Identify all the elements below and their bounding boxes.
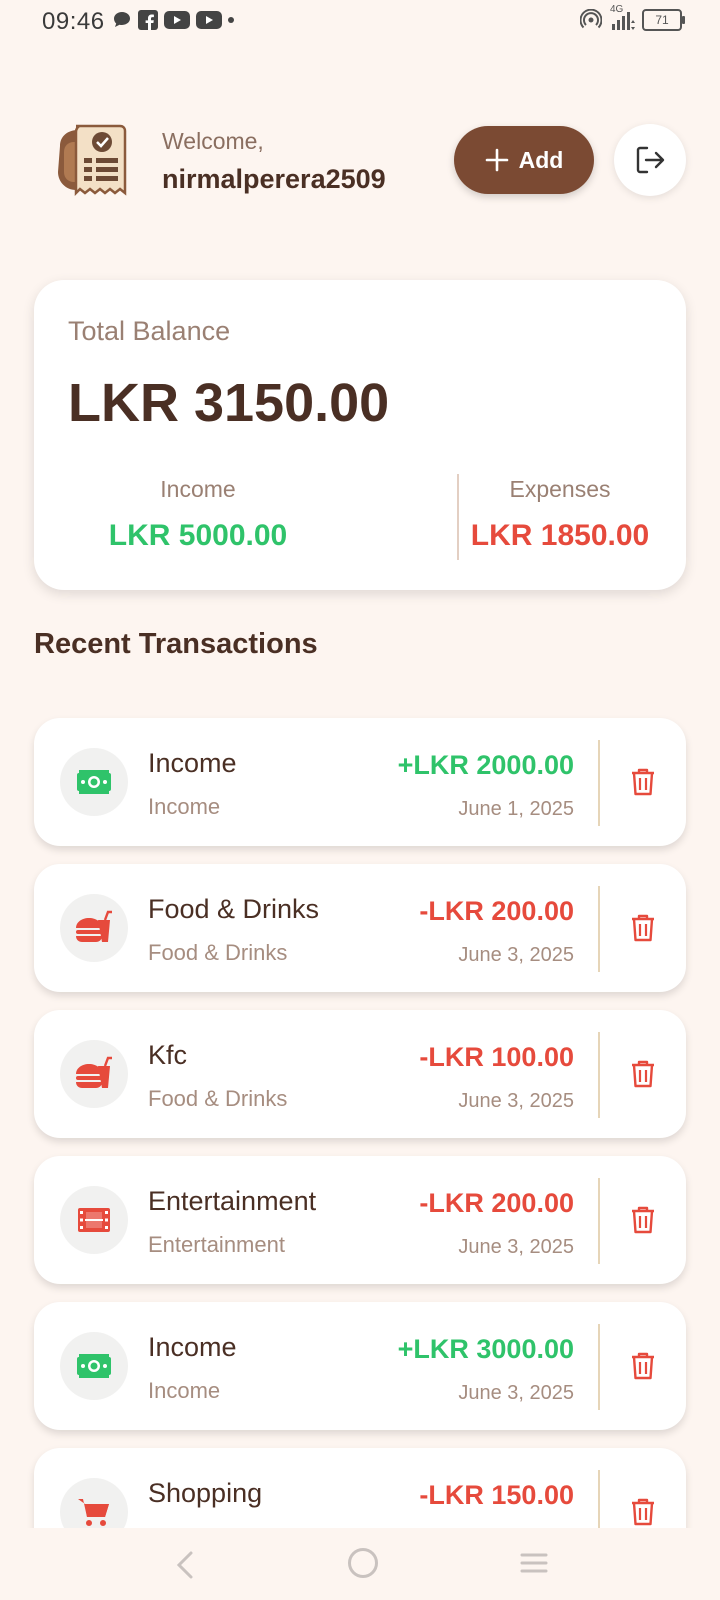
fastfood-icon xyxy=(60,894,128,962)
transaction-category: Food & Drinks xyxy=(148,940,288,965)
transaction-date: June 3, 2025 xyxy=(458,1236,574,1258)
transaction-amount: +LKR 3000.00 xyxy=(397,1334,574,1364)
trash-icon xyxy=(632,768,654,796)
total-balance-amount: LKR 3150.00 xyxy=(68,373,390,433)
system-icons: 4G 71 xyxy=(580,4,685,32)
income-label: Income xyxy=(160,476,236,502)
money-icon xyxy=(60,1332,128,1400)
delete-button[interactable] xyxy=(626,1348,660,1384)
welcome-label: Welcome, xyxy=(162,128,264,154)
money-icon xyxy=(60,748,128,816)
income-summary: Income LKR 5000.00 xyxy=(48,476,348,553)
transaction-category: Food & Drinks xyxy=(148,1086,288,1111)
recent-transactions-title: Recent Transactions xyxy=(34,628,318,660)
transaction-title: Income xyxy=(148,1332,237,1362)
transaction-item[interactable]: Entertainment Entertainment -LKR 200.00 … xyxy=(34,1156,686,1284)
film-icon xyxy=(60,1186,128,1254)
balance-card: Total Balance LKR 3150.00 Income LKR 500… xyxy=(34,280,686,590)
transaction-list: Income Income +LKR 2000.00 June 1, 2025 … xyxy=(34,718,686,1594)
plus-icon xyxy=(485,148,508,172)
dot-icon xyxy=(228,17,234,23)
trash-icon xyxy=(632,1498,654,1526)
battery-level: 71 xyxy=(655,13,669,27)
expenses-label: Expenses xyxy=(509,476,611,502)
network-type: 4G xyxy=(610,4,624,15)
delete-button[interactable] xyxy=(626,1056,660,1092)
transaction-amount: +LKR 2000.00 xyxy=(397,750,574,780)
expenses-summary: Expenses LKR 1850.00 xyxy=(440,476,680,553)
youtube-icon xyxy=(164,11,190,29)
menu-icon[interactable] xyxy=(520,1552,548,1574)
transaction-date: June 3, 2025 xyxy=(458,944,574,966)
transaction-title: Entertainment xyxy=(148,1186,317,1216)
receipt-logo-icon xyxy=(54,116,134,206)
hotspot-icon xyxy=(580,9,602,29)
transaction-title: Income xyxy=(148,748,237,778)
youtube-icon xyxy=(196,11,222,29)
status-time: 09:46 xyxy=(42,8,105,35)
transaction-divider xyxy=(598,1178,600,1264)
transaction-item[interactable]: Income Income +LKR 3000.00 June 3, 2025 xyxy=(34,1302,686,1430)
signal-icon: 4G xyxy=(608,4,636,32)
transaction-date: June 3, 2025 xyxy=(458,1090,574,1112)
delete-button[interactable] xyxy=(626,764,660,800)
add-button-label: Add xyxy=(518,146,564,173)
transaction-category: Income xyxy=(148,1378,221,1403)
transaction-category: Entertainment xyxy=(148,1232,285,1257)
income-value: LKR 5000.00 xyxy=(108,519,288,552)
status-bar: 09:46 4G 71 xyxy=(0,0,720,44)
delete-button[interactable] xyxy=(626,1202,660,1238)
transaction-item[interactable]: Food & Drinks Food & Drinks -LKR 200.00 … xyxy=(34,864,686,992)
logout-button[interactable] xyxy=(614,124,686,196)
transaction-date: June 1, 2025 xyxy=(458,798,574,820)
transaction-title: Kfc xyxy=(148,1040,188,1070)
transaction-amount: -LKR 200.00 xyxy=(419,896,574,926)
transaction-title: Shopping xyxy=(148,1478,263,1508)
trash-icon xyxy=(632,1352,654,1380)
trash-icon xyxy=(632,1206,654,1234)
chat-icon xyxy=(114,12,130,27)
transaction-item[interactable]: Income Income +LKR 2000.00 June 1, 2025 xyxy=(34,718,686,846)
transaction-item[interactable]: Kfc Food & Drinks -LKR 100.00 June 3, 20… xyxy=(34,1010,686,1138)
facebook-icon xyxy=(138,10,158,30)
battery-icon: 71 xyxy=(642,9,685,31)
expenses-value: LKR 1850.00 xyxy=(470,519,650,552)
transaction-divider xyxy=(598,740,600,826)
trash-icon xyxy=(632,914,654,942)
delete-button[interactable] xyxy=(626,1494,660,1530)
fastfood-icon xyxy=(60,1040,128,1108)
transaction-date: June 3, 2025 xyxy=(458,1382,574,1404)
notification-icons xyxy=(112,10,234,30)
username: nirmalperera2509 xyxy=(162,164,386,194)
transaction-category: Income xyxy=(148,794,221,819)
transaction-divider xyxy=(598,1032,600,1118)
total-balance-label: Total Balance xyxy=(68,316,231,346)
add-button[interactable]: Add xyxy=(454,126,594,194)
transaction-amount: -LKR 150.00 xyxy=(419,1480,574,1510)
transaction-title: Food & Drinks xyxy=(148,894,320,924)
delete-button[interactable] xyxy=(626,910,660,946)
trash-icon xyxy=(632,1060,654,1088)
home-icon[interactable] xyxy=(348,1548,378,1578)
back-icon[interactable] xyxy=(176,1550,194,1580)
logout-icon xyxy=(636,146,665,174)
app-header: Welcome, nirmalperera2509 Add xyxy=(0,110,720,210)
system-nav-bar xyxy=(0,1528,720,1600)
transaction-divider xyxy=(598,886,600,972)
transaction-amount: -LKR 200.00 xyxy=(419,1188,574,1218)
transaction-amount: -LKR 100.00 xyxy=(419,1042,574,1072)
transaction-divider xyxy=(598,1324,600,1410)
